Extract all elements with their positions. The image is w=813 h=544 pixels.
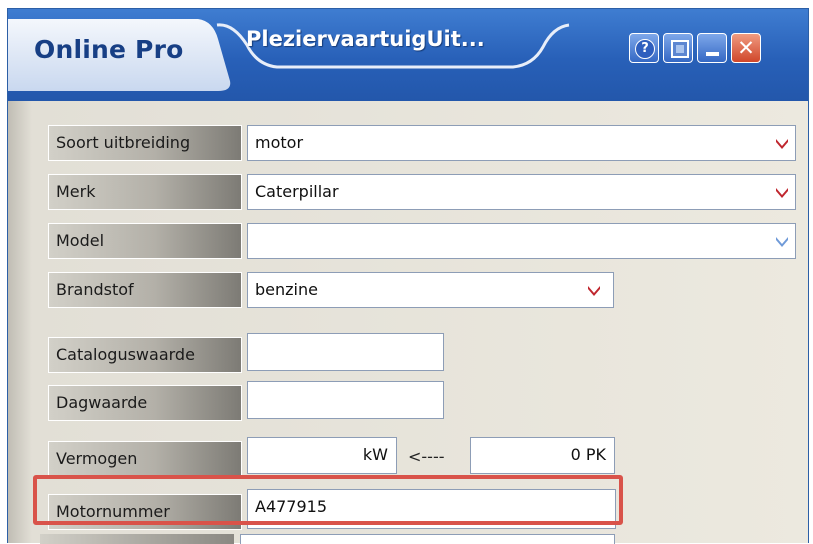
soort-uitbreiding-select[interactable]: motor <box>247 125 796 161</box>
application-window: Online Pro PleziervaartuigUit... ? ✕ Soo… <box>7 8 809 543</box>
model-select[interactable] <box>247 223 796 259</box>
help-button[interactable]: ? <box>629 33 659 63</box>
chevron-down-icon[interactable] <box>775 234 789 248</box>
chevron-down-icon[interactable] <box>775 185 789 199</box>
label-cataloguswaarde: Cataloguswaarde <box>48 337 242 373</box>
label-model: Model <box>48 223 242 259</box>
screenshot-button[interactable] <box>663 33 693 63</box>
window-title: PleziervaartuigUit... <box>246 27 485 51</box>
minimize-icon <box>706 52 719 56</box>
help-icon: ? <box>635 39 655 59</box>
brand-tab: Online Pro <box>8 9 233 101</box>
title-bar[interactable]: Online Pro PleziervaartuigUit... ? ✕ <box>8 9 808 101</box>
soort-uitbreiding-value: motor <box>255 133 304 152</box>
label-brandstof: Brandstof <box>48 272 242 308</box>
merk-value: Caterpillar <box>255 182 339 201</box>
label-vermogen: Vermogen <box>48 441 242 477</box>
merk-select[interactable]: Caterpillar <box>247 174 796 210</box>
label-soort-uitbreiding: Soort uitbreiding <box>48 125 242 161</box>
close-icon: ✕ <box>737 36 755 60</box>
dagwaarde-input[interactable] <box>247 381 444 419</box>
brandstof-select[interactable]: benzine <box>247 272 614 308</box>
next-row-label <box>40 534 234 544</box>
cataloguswaarde-input[interactable] <box>247 333 444 371</box>
chevron-down-icon[interactable] <box>587 283 601 297</box>
label-merk: Merk <box>48 174 242 210</box>
vermogen-pk-input[interactable]: 0 PK <box>470 437 615 474</box>
vermogen-kw-input[interactable]: kW <box>247 437 397 474</box>
window-capture-icon <box>671 40 689 58</box>
next-row-field[interactable] <box>240 534 615 544</box>
label-dagwaarde: Dagwaarde <box>48 385 242 421</box>
brandstof-value: benzine <box>255 280 318 299</box>
highlight-box <box>33 475 623 525</box>
minimize-button[interactable] <box>697 33 727 63</box>
chevron-down-icon[interactable] <box>775 136 789 150</box>
close-button[interactable]: ✕ <box>731 33 761 63</box>
conversion-arrow: <---- <box>408 447 445 466</box>
brand-label: Online Pro <box>34 35 184 64</box>
